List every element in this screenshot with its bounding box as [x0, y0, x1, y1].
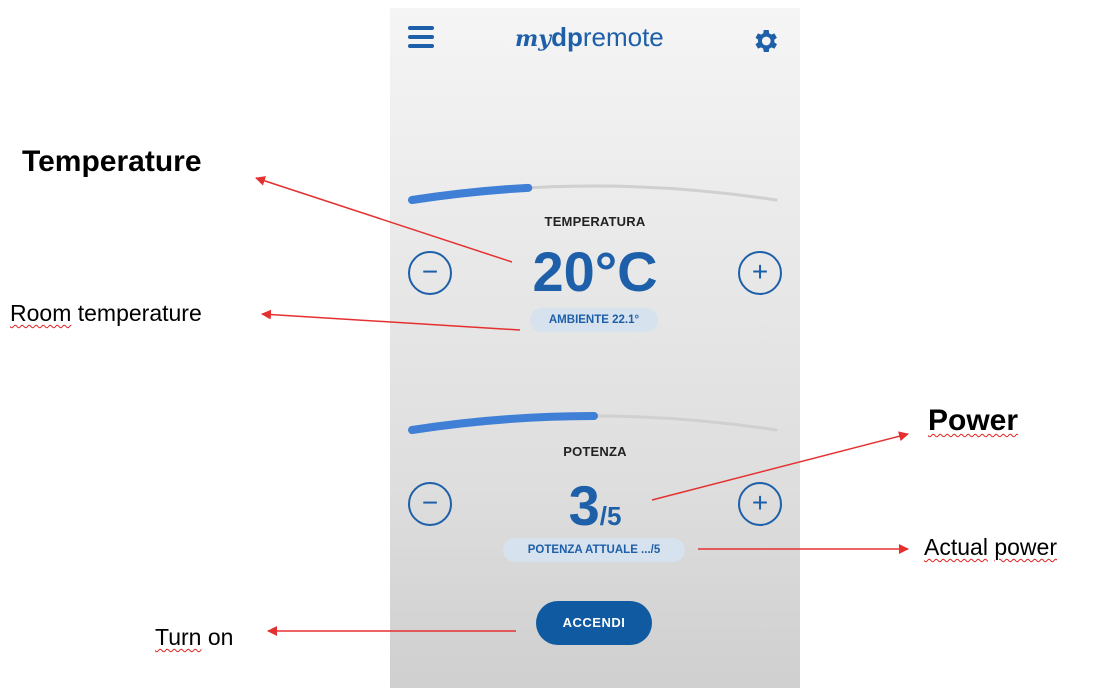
ambient-temperature-badge: AMBIENTE 22.1° — [530, 308, 658, 332]
annotation-room-temperature: Room temperature — [10, 300, 202, 326]
annotation-turn-on: Turn on — [155, 624, 234, 650]
annotation-temperature: Temperature — [22, 145, 202, 178]
temperature-decrement-button[interactable]: − — [408, 251, 452, 295]
power-slider[interactable] — [404, 408, 784, 448]
power-increment-button[interactable]: + — [738, 482, 782, 526]
turn-on-button[interactable]: ACCENDI — [536, 601, 652, 645]
app-logo: mydpremote — [515, 22, 664, 52]
temperature-slider[interactable] — [404, 178, 784, 218]
actual-power-badge: POTENZA ATTUALE .../5 — [503, 538, 685, 562]
power-current: 3 — [568, 474, 600, 537]
power-decrement-button[interactable]: − — [408, 482, 452, 526]
power-max: /5 — [599, 501, 622, 531]
hamburger-icon[interactable] — [408, 26, 436, 52]
power-label: POTENZA — [563, 444, 627, 459]
phone-screen: mydpremote TEMPERATURA 20°C − + AMBIENTE… — [390, 8, 800, 688]
annotation-actual-power: Actual power — [924, 534, 1057, 560]
annotation-power: Power — [928, 404, 1019, 437]
gear-icon[interactable] — [750, 26, 780, 56]
top-bar: mydpremote — [390, 8, 800, 68]
temperature-increment-button[interactable]: + — [738, 251, 782, 295]
temperature-label: TEMPERATURA — [544, 214, 646, 229]
